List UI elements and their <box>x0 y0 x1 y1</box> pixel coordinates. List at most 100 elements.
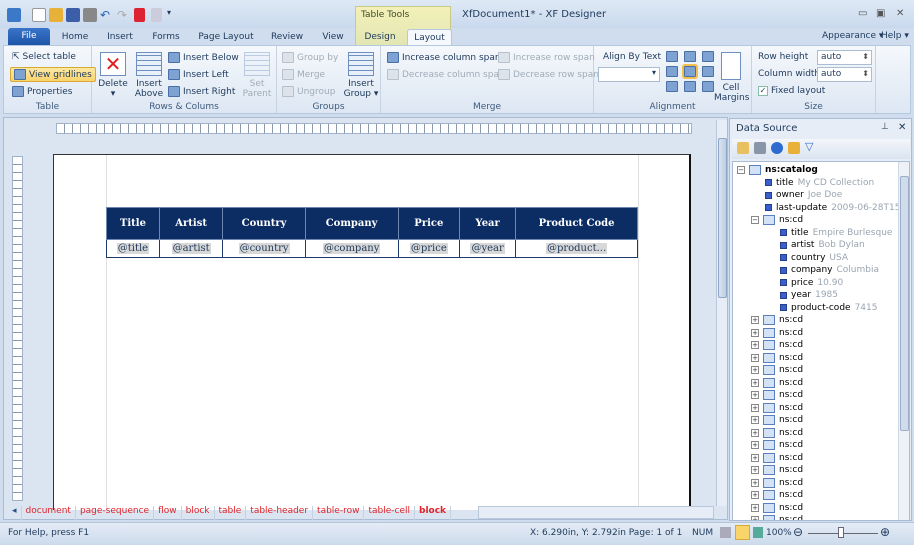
horizontal-ruler[interactable] <box>56 123 692 134</box>
properties-button[interactable]: Properties <box>12 86 72 97</box>
zoom-slider-thumb[interactable] <box>838 527 844 538</box>
horizontal-scrollbar[interactable] <box>478 506 714 519</box>
increase-row-span-button[interactable]: Increase row span <box>498 52 595 63</box>
tree-node-cd[interactable]: + ns:cd <box>751 339 803 351</box>
tree-node-cd[interactable]: + ns:cd <box>751 389 803 401</box>
tree-node-cd[interactable]: + ns:cd <box>751 364 803 376</box>
tree-node-cd[interactable]: + ns:cd <box>751 377 803 389</box>
insert-right-button[interactable]: Insert Right <box>168 86 235 97</box>
vertical-scrollbar[interactable] <box>716 120 727 506</box>
expand-icon[interactable]: + <box>751 441 759 449</box>
column-header[interactable]: Product Code <box>515 207 638 240</box>
save-datasource-icon[interactable] <box>754 142 766 154</box>
close-icon[interactable]: ✕ <box>896 8 904 19</box>
align-top-right-icon[interactable] <box>702 51 714 62</box>
breadcrumb-item[interactable]: block <box>415 506 452 520</box>
redo-icon[interactable]: ↷ <box>117 8 131 22</box>
design-mode-icon[interactable] <box>735 525 750 540</box>
column-header[interactable]: Artist <box>158 207 224 240</box>
align-bottom-center-icon[interactable] <box>684 81 696 92</box>
view-gridlines-button[interactable]: View gridlines <box>10 67 96 82</box>
align-top-center-icon[interactable] <box>684 51 696 62</box>
expand-icon[interactable]: + <box>751 491 759 499</box>
breadcrumb-item[interactable]: table-row <box>313 506 365 520</box>
tree-node-cd[interactable]: + ns:cd <box>751 439 803 451</box>
edit-mode-icon[interactable] <box>720 527 731 538</box>
tree-node-cd[interactable]: + ns:cd <box>751 414 803 426</box>
tree-node-cd[interactable]: + ns:cd <box>751 514 803 520</box>
breadcrumb-item[interactable]: flow <box>154 506 182 520</box>
tree-node-cd[interactable]: + ns:cd <box>751 489 803 501</box>
delete-button[interactable]: ✕ Delete ▾ <box>96 52 130 99</box>
scroll-thumb[interactable] <box>900 176 909 431</box>
fixed-layout-checkbox[interactable]: ✓ Fixed layout <box>758 86 825 96</box>
insert-below-button[interactable]: Insert Below <box>168 52 239 63</box>
pin-icon[interactable]: ⊥ <box>881 122 889 132</box>
table-cell[interactable]: @artist <box>158 239 224 258</box>
tab-file[interactable]: File <box>8 28 50 45</box>
insert-above-button[interactable]: Insert Above <box>132 52 166 99</box>
scroll-thumb[interactable] <box>718 138 727 298</box>
filter-icon[interactable]: ▽ <box>805 141 817 154</box>
set-parent-button[interactable]: Set Parent <box>240 52 274 99</box>
expand-icon[interactable]: + <box>751 403 759 412</box>
column-header[interactable]: Company <box>304 207 399 240</box>
cell-margins-button[interactable]: Cell Margins <box>714 52 749 103</box>
merge-button[interactable]: Merge <box>282 69 325 80</box>
insert-group-button[interactable]: Insert Group ▾ <box>343 52 379 99</box>
tree-scrollbar[interactable] <box>898 162 909 520</box>
undo-icon[interactable]: ↶ <box>100 8 114 22</box>
align-middle-center-icon[interactable] <box>682 64 698 79</box>
column-header[interactable]: Year <box>459 207 517 240</box>
tree-node-field[interactable]: price 10.90 <box>780 277 843 289</box>
table-cell[interactable]: @country <box>222 239 306 258</box>
table-cell[interactable]: @product... <box>515 239 638 258</box>
tree-node-field[interactable]: company Columbia <box>780 264 879 276</box>
expand-icon[interactable]: + <box>751 353 759 362</box>
expand-icon[interactable]: + <box>751 416 759 424</box>
save-icon[interactable] <box>66 8 80 22</box>
tree-node-field[interactable]: title My CD Collection <box>765 177 874 189</box>
tab-layout[interactable]: Layout <box>407 29 452 46</box>
tree-node-cd[interactable]: + ns:cd <box>751 352 803 364</box>
vertical-ruler[interactable] <box>12 156 23 501</box>
align-bottom-left-icon[interactable] <box>666 81 678 92</box>
tree-node-cd[interactable]: + ns:cd <box>751 502 803 514</box>
tree-node-cd[interactable]: + ns:cd <box>751 464 803 476</box>
tree-node-field[interactable]: product-code 7415 <box>780 302 877 314</box>
collapse-icon[interactable]: − <box>751 216 759 224</box>
preview-mode-icon[interactable] <box>753 527 763 538</box>
insert-left-button[interactable]: Insert Left <box>168 69 229 80</box>
zoom-in-icon[interactable]: ⊕ <box>880 525 890 539</box>
catalog-table[interactable]: Title Artist Country Company Price Year Produc… <box>106 207 638 258</box>
maximize-icon[interactable]: ▣ <box>876 8 885 19</box>
expand-icon[interactable]: + <box>751 341 759 349</box>
breadcrumb-item[interactable]: block <box>182 506 215 520</box>
tree-node-cd[interactable]: + ns:cd <box>751 314 803 326</box>
tree-node-field[interactable]: year 1985 <box>780 289 838 301</box>
expand-icon[interactable]: + <box>751 428 759 437</box>
column-width-input[interactable]: auto <box>817 67 872 82</box>
appearance-menu[interactable]: Appearance ▾ <box>822 31 883 41</box>
pdf-icon[interactable] <box>134 8 145 22</box>
table-cell[interactable]: @price <box>397 239 461 258</box>
tab-home[interactable]: Home <box>55 29 95 45</box>
refresh-icon[interactable] <box>771 142 783 154</box>
select-table-button[interactable]: ⇱ Select table <box>12 52 76 62</box>
tab-insert[interactable]: Insert <box>100 29 140 45</box>
tree-node-cd[interactable]: + ns:cd <box>751 427 803 439</box>
align-top-left-icon[interactable] <box>666 51 678 62</box>
new-icon[interactable] <box>32 8 46 22</box>
column-header[interactable]: Price <box>397 207 461 240</box>
open-folder-icon[interactable] <box>788 142 800 154</box>
expand-icon[interactable]: + <box>751 478 759 487</box>
align-middle-right-icon[interactable] <box>702 66 714 77</box>
expand-icon[interactable]: + <box>751 316 759 324</box>
expand-icon[interactable]: + <box>751 516 759 520</box>
breadcrumb-item[interactable]: document <box>22 506 76 520</box>
expand-icon[interactable]: + <box>751 503 759 512</box>
tree-node-cd[interactable]: + ns:cd <box>751 402 803 414</box>
tree-node-root[interactable]: − ns:catalog <box>737 164 818 176</box>
help-menu[interactable]: Help ▾ <box>881 31 909 41</box>
print-icon[interactable] <box>83 8 97 22</box>
